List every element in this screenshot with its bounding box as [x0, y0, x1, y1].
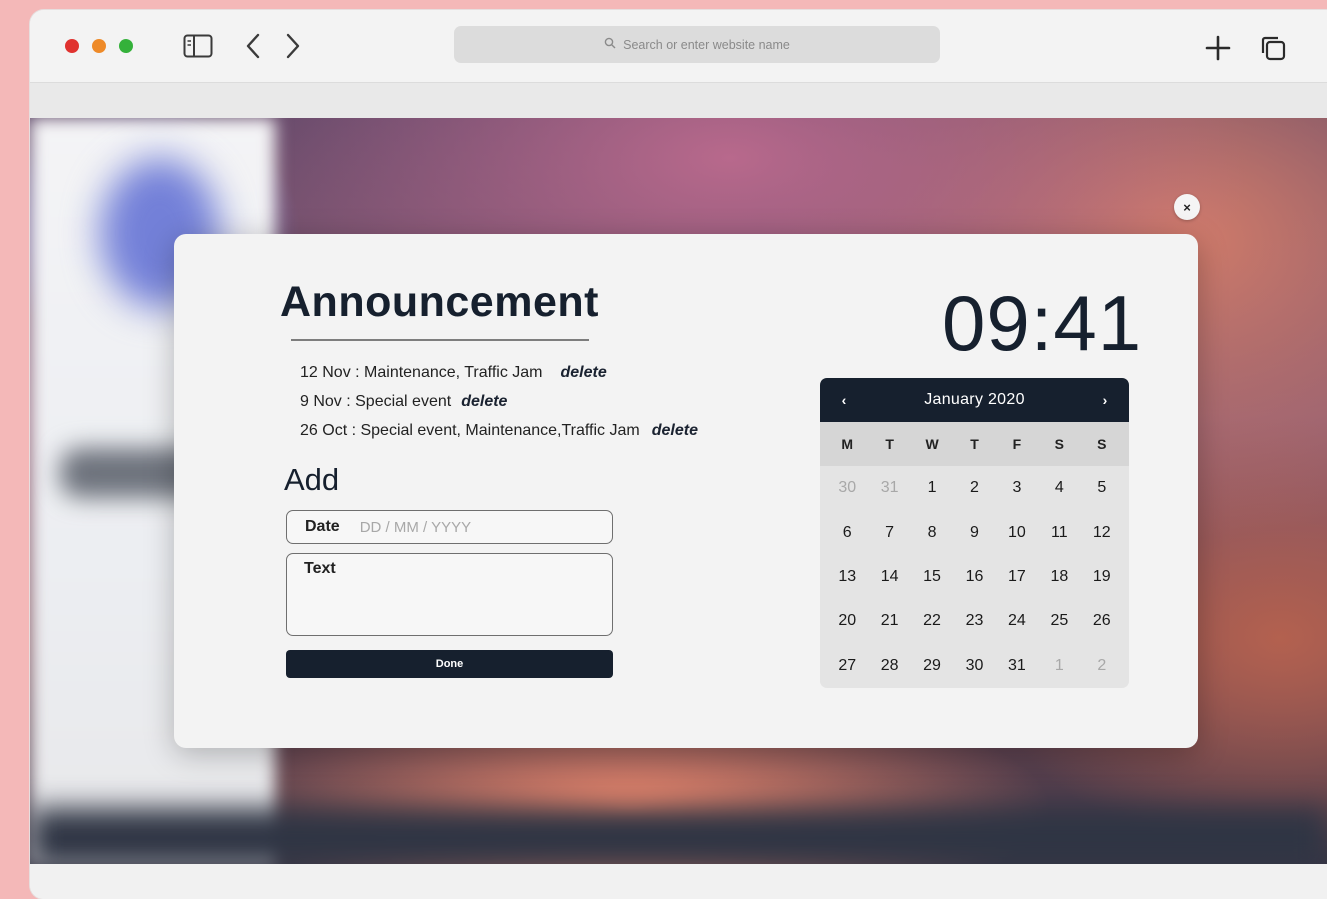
- delete-link[interactable]: delete: [560, 364, 606, 382]
- calendar-day[interactable]: 26: [1081, 612, 1123, 630]
- minimize-window-button[interactable]: [92, 39, 106, 53]
- calendar-day[interactable]: 28: [868, 657, 910, 675]
- calendar-day[interactable]: 1: [1038, 657, 1080, 675]
- text-input[interactable]: [304, 578, 595, 626]
- list-item: 26 Oct : Special event, Maintenance,Traf…: [300, 416, 698, 445]
- calendar-month-label: January 2020: [924, 391, 1025, 408]
- calendar-day[interactable]: 29: [911, 657, 953, 675]
- browser-toolbar: Search or enter website name: [30, 10, 1327, 82]
- delete-link[interactable]: delete: [461, 393, 507, 411]
- tabs-overview-icon[interactable]: [1255, 32, 1291, 64]
- list-item: 9 Nov : Special event delete: [300, 387, 698, 416]
- chevron-left-icon[interactable]: ‹: [836, 392, 852, 408]
- calendar-day[interactable]: 11: [1038, 524, 1080, 542]
- calendar-day[interactable]: 13: [826, 568, 868, 586]
- calendar-day[interactable]: 21: [868, 612, 910, 630]
- calendar-weekdays: M T W T F S S: [820, 422, 1129, 466]
- announcement-text: 12 Nov : Maintenance, Traffic Jam: [300, 363, 543, 381]
- calendar-header: ‹ January 2020 ›: [820, 378, 1129, 422]
- forward-arrow-icon[interactable]: [280, 30, 306, 62]
- add-section-title: Add: [284, 462, 340, 497]
- calendar-day[interactable]: 1: [911, 479, 953, 497]
- calendar-day[interactable]: 9: [953, 524, 995, 542]
- calendar-day[interactable]: 7: [868, 524, 910, 542]
- weekday-label: F: [1012, 436, 1022, 452]
- bookmarks-bar: [30, 82, 1327, 118]
- calendar: ‹ January 2020 › M T W T F S S 30 31 1 2 3 4 5…: [820, 378, 1129, 688]
- calendar-day[interactable]: 25: [1038, 612, 1080, 630]
- calendar-day[interactable]: 22: [911, 612, 953, 630]
- back-arrow-icon[interactable]: [240, 30, 266, 62]
- chevron-right-icon[interactable]: ›: [1097, 392, 1113, 408]
- weekday-label: T: [885, 436, 894, 452]
- date-input[interactable]: [359, 518, 560, 536]
- delete-link[interactable]: delete: [652, 422, 698, 440]
- page-title: Announcement: [280, 278, 599, 326]
- announcement-text: 26 Oct : Special event, Maintenance,Traf…: [300, 421, 640, 439]
- announcement-modal: Announcement 12 Nov : Maintenance, Traff…: [174, 234, 1198, 748]
- calendar-day[interactable]: 8: [911, 524, 953, 542]
- calendar-day[interactable]: 3: [996, 479, 1038, 497]
- text-label: Text: [304, 560, 336, 577]
- close-window-button[interactable]: [65, 39, 79, 53]
- calendar-day[interactable]: 10: [996, 524, 1038, 542]
- done-button[interactable]: Done: [286, 650, 613, 678]
- date-label: Date: [305, 518, 340, 535]
- calendar-day[interactable]: 31: [996, 657, 1038, 675]
- calendar-day[interactable]: 5: [1081, 479, 1123, 497]
- calendar-day[interactable]: 6: [826, 524, 868, 542]
- weekday-label: S: [1097, 436, 1107, 452]
- text-field[interactable]: Text: [286, 553, 613, 636]
- close-modal-button[interactable]: ×: [1174, 194, 1200, 220]
- browser-footer: [30, 864, 1327, 899]
- zoom-window-button[interactable]: [119, 39, 133, 53]
- address-placeholder: Search or enter website name: [623, 37, 790, 52]
- calendar-day[interactable]: 2: [1081, 657, 1123, 675]
- sidebar-toggle-icon[interactable]: [182, 32, 214, 60]
- search-icon: [604, 37, 616, 52]
- calendar-day[interactable]: 2: [953, 479, 995, 497]
- date-field[interactable]: Date: [286, 510, 613, 544]
- weekday-label: T: [970, 436, 979, 452]
- clock-time: 09:41: [942, 279, 1143, 367]
- weekday-label: W: [925, 436, 939, 452]
- blurred-background-footer: [30, 808, 1327, 864]
- calendar-day[interactable]: 27: [826, 657, 868, 675]
- calendar-day[interactable]: 14: [868, 568, 910, 586]
- calendar-day[interactable]: 24: [996, 612, 1038, 630]
- address-bar[interactable]: Search or enter website name: [454, 26, 940, 63]
- title-divider: [291, 339, 589, 341]
- calendar-day[interactable]: 15: [911, 568, 953, 586]
- calendar-day[interactable]: 30: [826, 479, 868, 497]
- calendar-day[interactable]: 17: [996, 568, 1038, 586]
- close-icon: ×: [1183, 199, 1191, 215]
- plus-icon[interactable]: [1200, 32, 1236, 64]
- calendar-day[interactable]: 23: [953, 612, 995, 630]
- calendar-day[interactable]: 12: [1081, 524, 1123, 542]
- calendar-day-grid: 30 31 1 2 3 4 5 6 7 8 9 10 11 12 13 14 15 16 17 18 19 20 21 22 2…: [820, 466, 1129, 688]
- announcement-text: 9 Nov : Special event: [300, 392, 452, 410]
- calendar-day[interactable]: 19: [1081, 568, 1123, 586]
- calendar-day[interactable]: 30: [953, 657, 995, 675]
- calendar-day[interactable]: 18: [1038, 568, 1080, 586]
- announcement-list: 12 Nov : Maintenance, Traffic Jam delete…: [300, 358, 698, 445]
- weekday-label: M: [841, 436, 854, 452]
- calendar-day[interactable]: 31: [868, 479, 910, 497]
- list-item: 12 Nov : Maintenance, Traffic Jam delete: [300, 358, 698, 387]
- weekday-label: S: [1054, 436, 1065, 452]
- calendar-day[interactable]: 16: [953, 568, 995, 586]
- calendar-day[interactable]: 20: [826, 612, 868, 630]
- calendar-day[interactable]: 4: [1038, 479, 1080, 497]
